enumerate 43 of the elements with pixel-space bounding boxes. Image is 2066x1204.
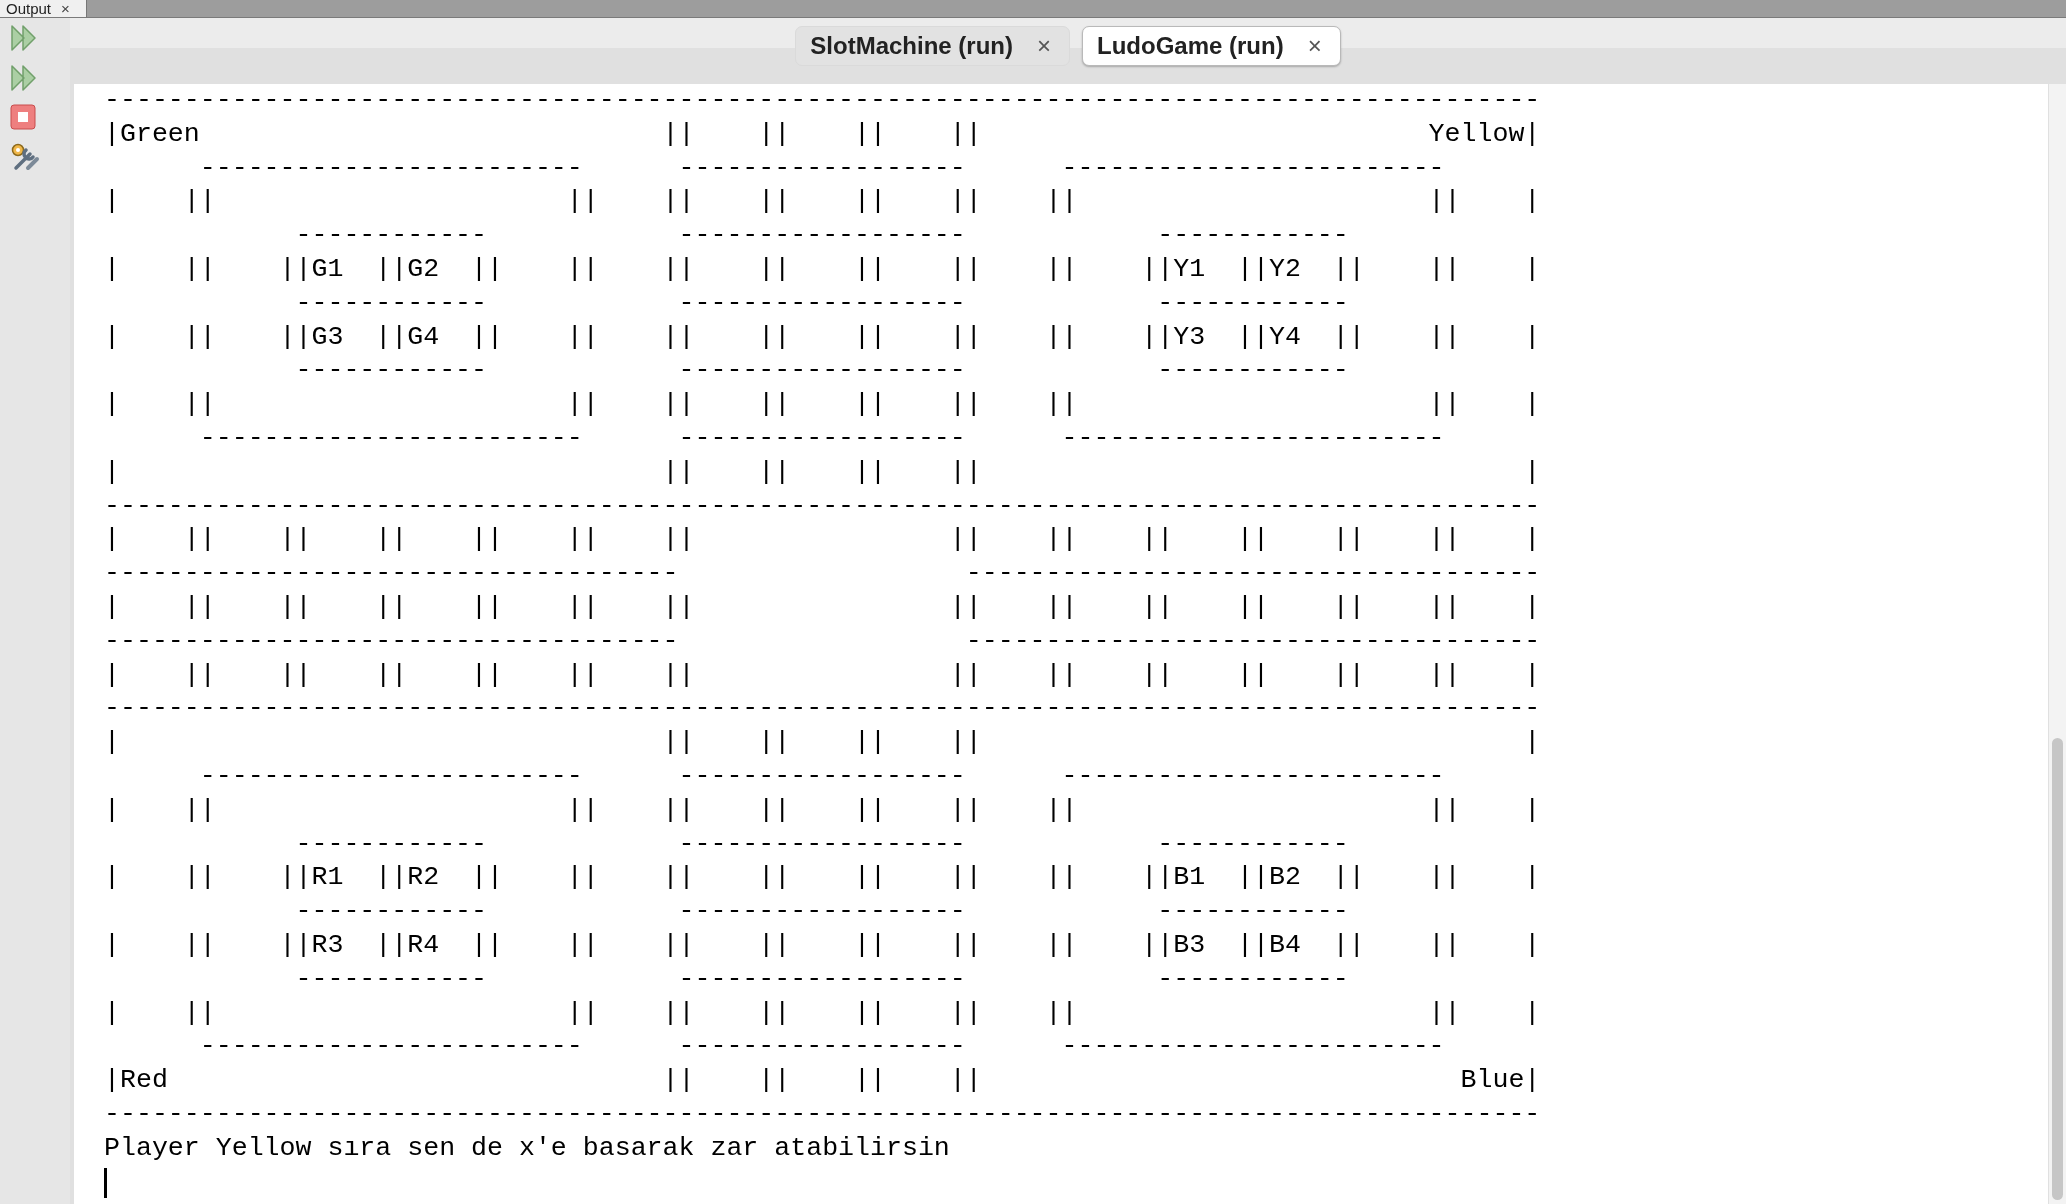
close-button[interactable]: × (1037, 26, 1051, 66)
console-line: ------------ ------------------ ------------ (294, 354, 1349, 388)
console-line: | || || || || || || || || | (104, 996, 1541, 1030)
console-line: | || || || || | (104, 726, 1541, 760)
tab[interactable]: LudoGame (run) × (1082, 26, 1341, 66)
console-line: ------------------------------------ ------------------------------------ (104, 624, 1541, 658)
console-line: |Red || || || || Blue| (104, 1064, 1541, 1098)
output-tab[interactable]: Output × (0, 0, 87, 17)
console-line: ------------------------ ------------------ ------------------------ (198, 759, 1445, 793)
console-line: | || || || || || || || || || || || || | (104, 590, 1541, 624)
console-line: | || ||R3 ||R4 || || || || || || || ||B3 ||B4 || || | (104, 928, 1541, 962)
close-button[interactable]: × (61, 0, 70, 17)
console-line: ------------ ------------------ ------------ (294, 895, 1349, 929)
console-line: ------------ ------------------ ------------ (294, 962, 1349, 996)
console-line: | || ||R1 ||R2 || || || || || || || ||B1 ||B2 || || | (104, 861, 1541, 895)
console-line: | || ||G1 ||G2 || || || || || || || ||Y1 ||Y2 || || | (104, 253, 1541, 286)
tab[interactable]: SlotMachine (run) × (795, 26, 1070, 66)
tools-icon[interactable] (10, 142, 40, 172)
double-play-icon[interactable] (10, 64, 37, 92)
console-line: ------------------------------------------------------------------------------------------ (104, 84, 1541, 117)
console-line: ------------------------------------------------------------------------------------------ (104, 1097, 1541, 1131)
scrollbar-thumb[interactable] (2052, 738, 2063, 1200)
console-line: ------------------------ ------------------ ------------------------ (198, 151, 1445, 185)
console-line: ------------------------ ------------------ ------------------------ (198, 1030, 1445, 1064)
console-line: ------------ ------------------ ------------ (294, 219, 1349, 253)
console-line: | || || || || || || || || | (104, 793, 1541, 827)
console-line: ------------------------ ------------------ ------------------------ (198, 421, 1445, 455)
stop-icon[interactable] (10, 104, 36, 130)
console-line: ------------------------------------------------------------------------------------------ (104, 489, 1541, 523)
console-line: Player Yellow sıra sen de x'e basarak zar atabilirsin (104, 1131, 950, 1165)
console-line: ------------------------------------ ------------------------------------ (104, 557, 1541, 591)
console-line: | || ||G3 ||G4 || || || || || || || ||Y3 ||Y4 || || | (104, 320, 1541, 354)
double-play-icon[interactable] (10, 24, 37, 52)
console-line: |Green || || || || Yellow| (104, 117, 1541, 151)
console-line: | || || || || || || || || || || || || | (104, 523, 1541, 557)
console-line: | || || || || || || || || | (104, 185, 1541, 219)
console-line: | || || || || | (104, 455, 1541, 489)
close-button[interactable]: × (1307, 26, 1322, 66)
console-line: | || || || || || || || || || || || || | (104, 658, 1541, 692)
console-line: ------------ ------------------ ------------ (294, 286, 1349, 320)
console-line: | || || || || || || || || | (104, 388, 1541, 422)
console-line: ------------ ------------------ ------------ (294, 827, 1349, 861)
console-line: ------------------------------------------------------------------------------------------ (104, 692, 1541, 726)
